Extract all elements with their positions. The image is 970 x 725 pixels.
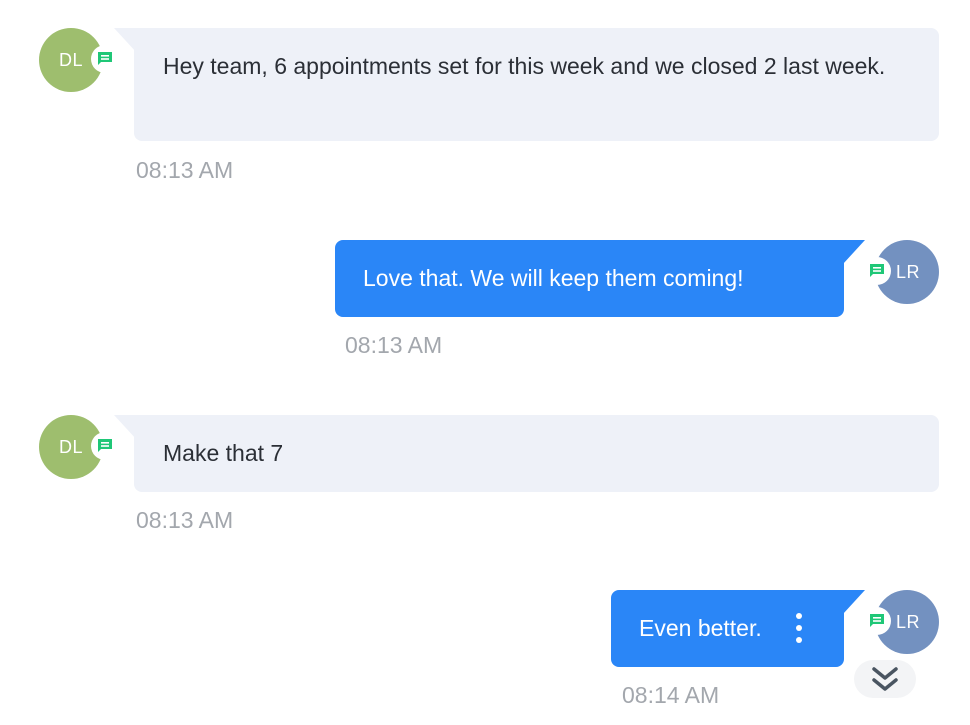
chat-message-icon bbox=[863, 607, 891, 635]
message-bubble[interactable]: Love that. We will keep them coming! bbox=[335, 240, 844, 317]
bubble-tail bbox=[843, 240, 865, 264]
bubble-tail bbox=[843, 590, 865, 614]
message-timestamp: 08:13 AM bbox=[345, 332, 443, 358]
message-text: Love that. We will keep them coming! bbox=[363, 265, 744, 291]
avatar-initials: DL bbox=[59, 436, 84, 457]
message-text: Even better. bbox=[639, 615, 762, 641]
message-bubble[interactable]: Even better. bbox=[611, 590, 844, 667]
chat-thread: DL Hey team, 6 appointments set for this… bbox=[0, 0, 970, 725]
double-chevron-down-icon bbox=[872, 667, 898, 691]
more-vertical-icon bbox=[796, 613, 802, 619]
chat-message-icon bbox=[863, 257, 891, 285]
bubble-tail bbox=[114, 415, 136, 439]
bubble-tail bbox=[114, 28, 136, 52]
message-bubble[interactable]: Hey team, 6 appointments set for this we… bbox=[134, 28, 939, 141]
message-timestamp: 08:13 AM bbox=[136, 157, 234, 183]
avatar-initials: DL bbox=[59, 49, 84, 70]
avatar-initials: LR bbox=[896, 261, 921, 282]
message-text: Make that 7 bbox=[163, 440, 284, 466]
message-bubble[interactable]: Make that 7 bbox=[134, 415, 939, 492]
message-text: Hey team, 6 appointments set for this we… bbox=[163, 53, 886, 79]
scroll-to-bottom-button[interactable] bbox=[854, 660, 916, 698]
message-timestamp: 08:14 AM bbox=[622, 682, 720, 708]
avatar-initials: LR bbox=[896, 611, 921, 632]
message-options-button[interactable] bbox=[791, 613, 807, 643]
message-timestamp: 08:13 AM bbox=[136, 507, 234, 533]
